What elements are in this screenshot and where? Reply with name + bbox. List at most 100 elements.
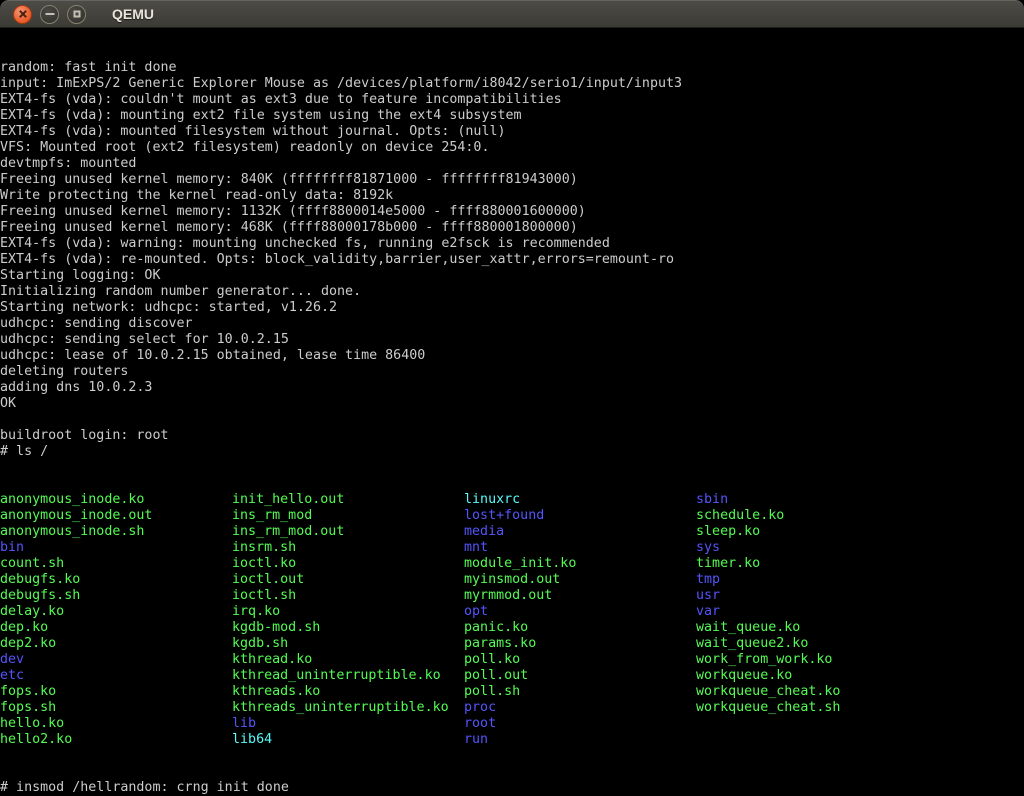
terminal-screen[interactable]: random: fast init doneinput: ImExPS/2 Ge… xyxy=(0,28,1024,796)
ls-row: etckthread_uninterruptible.kopoll.outwor… xyxy=(0,668,1024,684)
ls-item: hello2.ko xyxy=(0,732,232,748)
ls-item: opt xyxy=(464,604,696,620)
ls-item: kgdb.sh xyxy=(232,636,464,652)
boot-log: random: fast init doneinput: ImExPS/2 Ge… xyxy=(0,60,1024,460)
ls-item: kthreads_uninterruptible.ko xyxy=(232,700,464,716)
ls-item: hello.ko xyxy=(0,716,232,732)
ls-row: debugfs.koioctl.outmyinsmod.outtmp xyxy=(0,572,1024,588)
ls-row: dep2.kokgdb.shparams.kowait_queue2.ko xyxy=(0,636,1024,652)
ls-item: init_hello.out xyxy=(232,492,464,508)
ls-item: etc xyxy=(0,668,232,684)
ls-item: anonymous_inode.ko xyxy=(0,492,232,508)
terminal-line: VFS: Mounted root (ext2 filesystem) read… xyxy=(0,140,1024,156)
ls-row: count.shioctl.komodule_init.kotimer.ko xyxy=(0,556,1024,572)
ls-item: ins_rm_mod xyxy=(232,508,464,524)
ls-item: mnt xyxy=(464,540,696,556)
ls-row: fops.kokthreads.kopoll.shworkqueue_cheat… xyxy=(0,684,1024,700)
close-button[interactable] xyxy=(13,5,32,24)
titlebar[interactable]: QEMU xyxy=(0,0,1024,28)
ls-output: anonymous_inode.koinit_hello.outlinuxrcs… xyxy=(0,492,1024,748)
ls-item: tmp xyxy=(696,572,720,588)
ls-row: hello.kolibroot xyxy=(0,716,1024,732)
ls-row: dep.kokgdb-mod.shpanic.kowait_queue.ko xyxy=(0,620,1024,636)
ls-row: devkthread.kopoll.kowork_from_work.ko xyxy=(0,652,1024,668)
ls-item: lib64 xyxy=(232,732,464,748)
terminal-line: EXT4-fs (vda): re-mounted. Opts: block_v… xyxy=(0,252,1024,268)
ls-item: media xyxy=(464,524,696,540)
ls-item: sleep.ko xyxy=(696,524,760,540)
ls-row: fops.shkthreads_uninterruptible.koprocwo… xyxy=(0,700,1024,716)
ls-item: anonymous_inode.out xyxy=(0,508,232,524)
ls-item: workqueue.ko xyxy=(696,668,792,684)
ls-item: wait_queue2.ko xyxy=(696,636,808,652)
ls-item: myrmmod.out xyxy=(464,588,696,604)
ls-item: bin xyxy=(0,540,232,556)
terminal-line: Freeing unused kernel memory: 1132K (fff… xyxy=(0,204,1024,220)
terminal-line: # ls / xyxy=(0,444,1024,460)
ls-item: workqueue_cheat.ko xyxy=(696,684,840,700)
terminal-line: Freeing unused kernel memory: 468K (ffff… xyxy=(0,220,1024,236)
ls-item: lost+found xyxy=(464,508,696,524)
ls-item: root xyxy=(464,716,496,732)
ls-item: dev xyxy=(0,652,232,668)
ls-item: panic.ko xyxy=(464,620,696,636)
ls-item: delay.ko xyxy=(0,604,232,620)
terminal-line: EXT4-fs (vda): warning: mounting uncheck… xyxy=(0,236,1024,252)
terminal-line: Starting network: udhcpc: started, v1.26… xyxy=(0,300,1024,316)
ls-item: kthread.ko xyxy=(232,652,464,668)
ls-item: debugfs.sh xyxy=(0,588,232,604)
terminal-line: Initializing random number generator... … xyxy=(0,284,1024,300)
terminal-line: # insmod /hellrandom: crng init done xyxy=(0,780,1024,796)
ls-item: proc xyxy=(464,700,696,716)
terminal-line: udhcpc: lease of 10.0.2.15 obtained, lea… xyxy=(0,348,1024,364)
ls-row: hello2.kolib64run xyxy=(0,732,1024,748)
ls-item: irq.ko xyxy=(232,604,464,620)
minimize-button[interactable] xyxy=(40,5,59,24)
ls-row: debugfs.shioctl.shmyrmmod.outusr xyxy=(0,588,1024,604)
ls-item: fops.sh xyxy=(0,700,232,716)
ls-item: dep2.ko xyxy=(0,636,232,652)
ls-row: anonymous_inode.outins_rm_modlost+founds… xyxy=(0,508,1024,524)
terminal-line: OK xyxy=(0,396,1024,412)
ls-item: run xyxy=(464,732,488,748)
ls-item: count.sh xyxy=(0,556,232,572)
terminal-line: input: ImExPS/2 Generic Explorer Mouse a… xyxy=(0,76,1024,92)
ls-item: kthreads.ko xyxy=(232,684,464,700)
ls-item: anonymous_inode.sh xyxy=(0,524,232,540)
ls-item: poll.sh xyxy=(464,684,696,700)
ls-item: ioctl.out xyxy=(232,572,464,588)
terminal-line: adding dns 10.0.2.3 xyxy=(0,380,1024,396)
ls-item: params.ko xyxy=(464,636,696,652)
ls-item: wait_queue.ko xyxy=(696,620,800,636)
terminal-line: buildroot login: root xyxy=(0,428,1024,444)
terminal-line: udhcpc: sending select for 10.0.2.15 xyxy=(0,332,1024,348)
ls-item: ioctl.ko xyxy=(232,556,464,572)
ls-item: kgdb-mod.sh xyxy=(232,620,464,636)
terminal-line: udhcpc: sending discover xyxy=(0,316,1024,332)
ls-item: ioctl.sh xyxy=(232,588,464,604)
ls-item: kthread_uninterruptible.ko xyxy=(232,668,464,684)
ls-item: dep.ko xyxy=(0,620,232,636)
ls-item: workqueue_cheat.sh xyxy=(696,700,840,716)
ls-row: anonymous_inode.shins_rm_mod.outmediasle… xyxy=(0,524,1024,540)
ls-row: anonymous_inode.koinit_hello.outlinuxrcs… xyxy=(0,492,1024,508)
ls-item: insrm.sh xyxy=(232,540,464,556)
terminal-line: Write protecting the kernel read-only da… xyxy=(0,188,1024,204)
ls-item: var xyxy=(696,604,720,620)
qemu-window: QEMU random: fast init doneinput: ImExPS… xyxy=(0,0,1024,796)
ls-item: myinsmod.out xyxy=(464,572,696,588)
terminal-line: Starting logging: OK xyxy=(0,268,1024,284)
maximize-button[interactable] xyxy=(67,5,86,24)
shell-log: # insmod /hellrandom: crng init done# in… xyxy=(0,780,1024,796)
ls-item: schedule.ko xyxy=(696,508,784,524)
ls-item: fops.ko xyxy=(0,684,232,700)
ls-item: sbin xyxy=(696,492,728,508)
ls-item: module_init.ko xyxy=(464,556,696,572)
terminal-line: random: fast init done xyxy=(0,60,1024,76)
ls-item: lib xyxy=(232,716,464,732)
ls-item: linuxrc xyxy=(464,492,696,508)
terminal-line: EXT4-fs (vda): couldn't mount as ext3 du… xyxy=(0,92,1024,108)
terminal-line xyxy=(0,412,1024,428)
terminal-line: EXT4-fs (vda): mounted filesystem withou… xyxy=(0,124,1024,140)
ls-item: usr xyxy=(696,588,720,604)
